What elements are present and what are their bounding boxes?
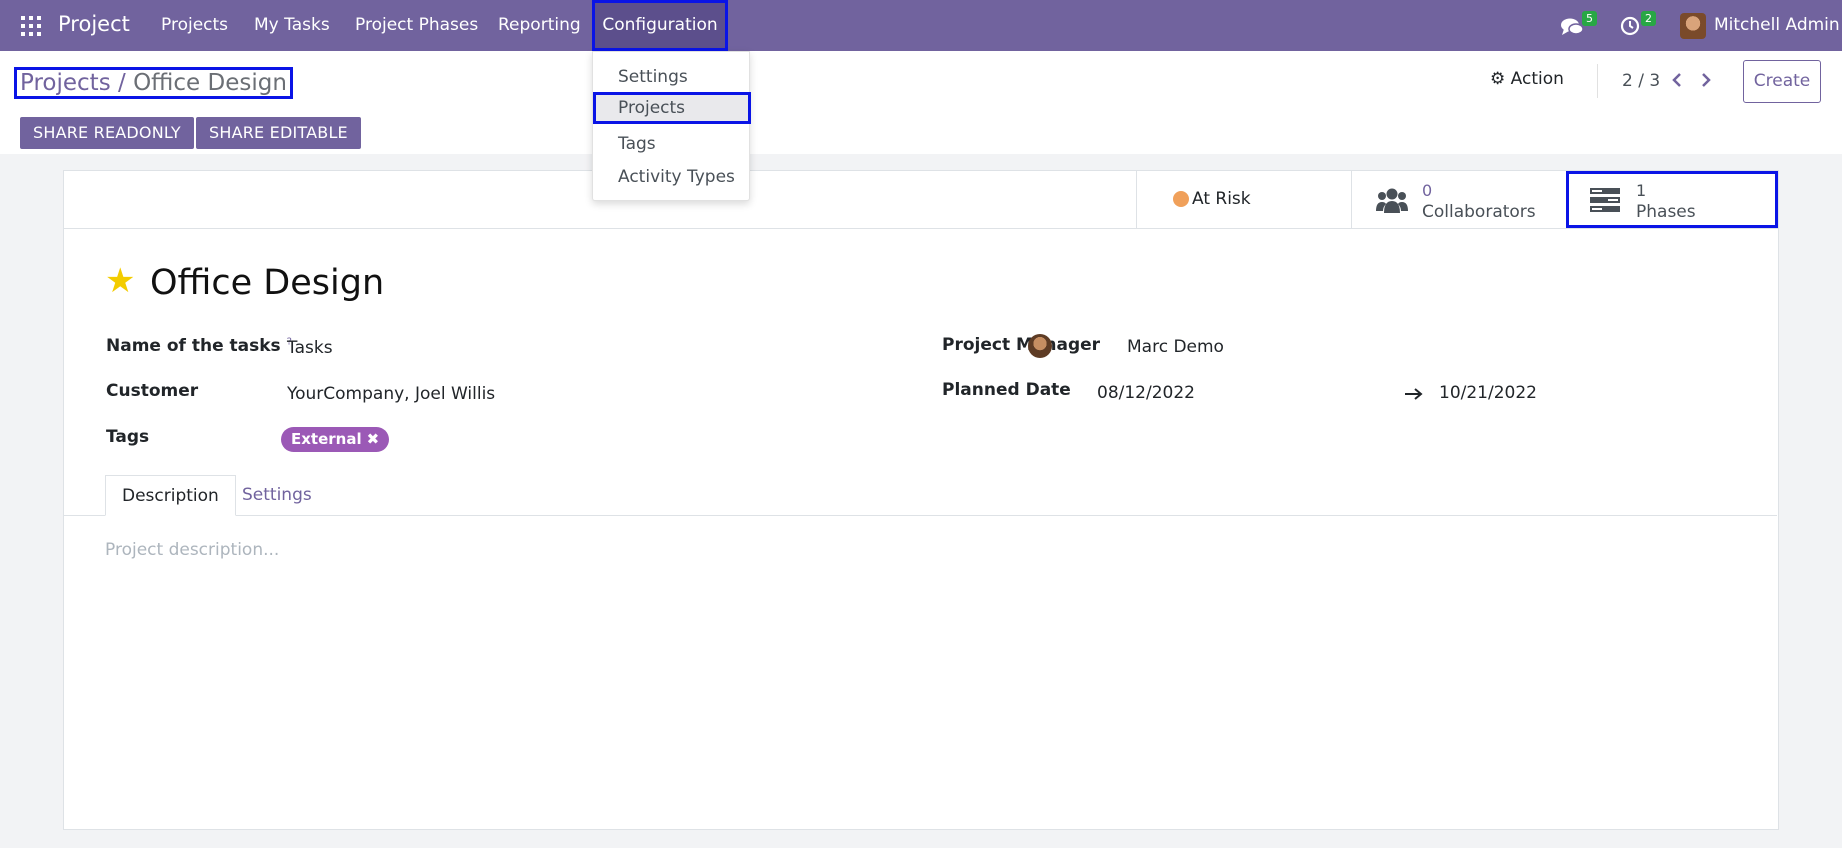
activities-count-badge: 2 (1641, 11, 1656, 26)
status-label: At Risk (1192, 189, 1251, 209)
status-dot-icon (1173, 191, 1189, 207)
customer-field[interactable]: YourCompany, Joel Willis (287, 384, 495, 404)
form-sheet: At Risk 0 Collaborators 1 Phases ★ Offic… (63, 170, 1779, 830)
collaborators-button[interactable]: 0 Collaborators (1351, 171, 1566, 228)
divider (1597, 64, 1598, 98)
phases-button[interactable]: 1 Phases (1566, 171, 1778, 228)
stat-button-box: At Risk 0 Collaborators 1 Phases (64, 171, 1778, 229)
breadcrumb-current: Office Design (133, 70, 287, 96)
menu-item-tags[interactable]: Tags (593, 128, 751, 160)
user-name[interactable]: Mitchell Admin (1714, 15, 1840, 35)
planned-date-label: Planned Date (942, 380, 1071, 400)
planned-start-date-field[interactable]: 08/12/2022 (1097, 383, 1195, 403)
app-menu-icon[interactable] (21, 16, 41, 36)
phases-label: Phases (1636, 202, 1696, 222)
menu-projects[interactable]: Projects (151, 0, 238, 51)
planned-end-date-field[interactable]: 10/21/2022 (1439, 383, 1537, 403)
chevron-left-icon[interactable] (1671, 72, 1683, 88)
app-brand[interactable]: Project (58, 12, 130, 36)
status-button[interactable]: At Risk (1136, 171, 1351, 228)
create-button[interactable]: Create (1743, 60, 1821, 103)
menu-reporting[interactable]: Reporting (488, 0, 591, 51)
task-name-label-text: Name of the tasks (106, 336, 281, 356)
project-title[interactable]: Office Design (150, 263, 384, 303)
menu-item-settings[interactable]: Settings (593, 61, 751, 93)
configuration-dropdown: Settings Projects Tags Activity Types (592, 51, 751, 201)
manager-avatar (1028, 334, 1052, 358)
pager-value[interactable]: 2 / 3 (1622, 71, 1660, 91)
chevron-right-icon[interactable] (1700, 72, 1712, 88)
action-label: Action (1510, 69, 1564, 89)
task-name-label: Name of the tasks ? (106, 336, 292, 356)
menu-configuration[interactable]: Configuration (592, 0, 728, 51)
collaborators-label: Collaborators (1422, 202, 1536, 222)
messages-icon[interactable] (1560, 17, 1584, 37)
tag-external[interactable]: External ✖ (281, 427, 390, 452)
remove-tag-icon[interactable]: ✖ (367, 430, 380, 448)
menu-item-projects[interactable]: Projects (593, 92, 751, 124)
task-name-field[interactable]: Tasks (287, 338, 333, 358)
top-navbar: Project Projects My Tasks Project Phases… (0, 0, 1842, 51)
menu-my-tasks[interactable]: My Tasks (244, 0, 340, 51)
user-avatar[interactable] (1680, 13, 1706, 39)
messages-count-badge: 5 (1582, 11, 1597, 26)
phases-count: 1 (1636, 181, 1647, 200)
breadcrumb-projects-link[interactable]: Projects (20, 70, 111, 96)
share-readonly-button[interactable]: SHARE READONLY (20, 117, 194, 149)
customer-label: Customer (106, 381, 199, 401)
gear-icon: ⚙ (1490, 69, 1506, 89)
tasks-icon (1590, 188, 1620, 212)
menu-project-phases[interactable]: Project Phases (345, 0, 488, 51)
clock-icon[interactable] (1620, 16, 1640, 36)
project-manager-field[interactable]: Marc Demo (1127, 337, 1224, 357)
favorite-star-icon[interactable]: ★ (105, 264, 135, 298)
arrow-right-icon (1405, 388, 1423, 400)
project-manager-label: Project Manager (942, 335, 1101, 355)
menu-item-activity-types[interactable]: Activity Types (593, 161, 751, 193)
action-button[interactable]: ⚙ Action (1490, 69, 1564, 89)
tag-external-label: External (291, 430, 362, 448)
users-icon (1376, 188, 1408, 213)
tags-label: Tags (106, 427, 150, 447)
share-editable-button[interactable]: SHARE EDITABLE (196, 117, 361, 149)
breadcrumb-separator: / (118, 70, 126, 96)
collaborators-count: 0 (1422, 181, 1433, 200)
breadcrumb: Projects / Office Design (14, 67, 293, 99)
